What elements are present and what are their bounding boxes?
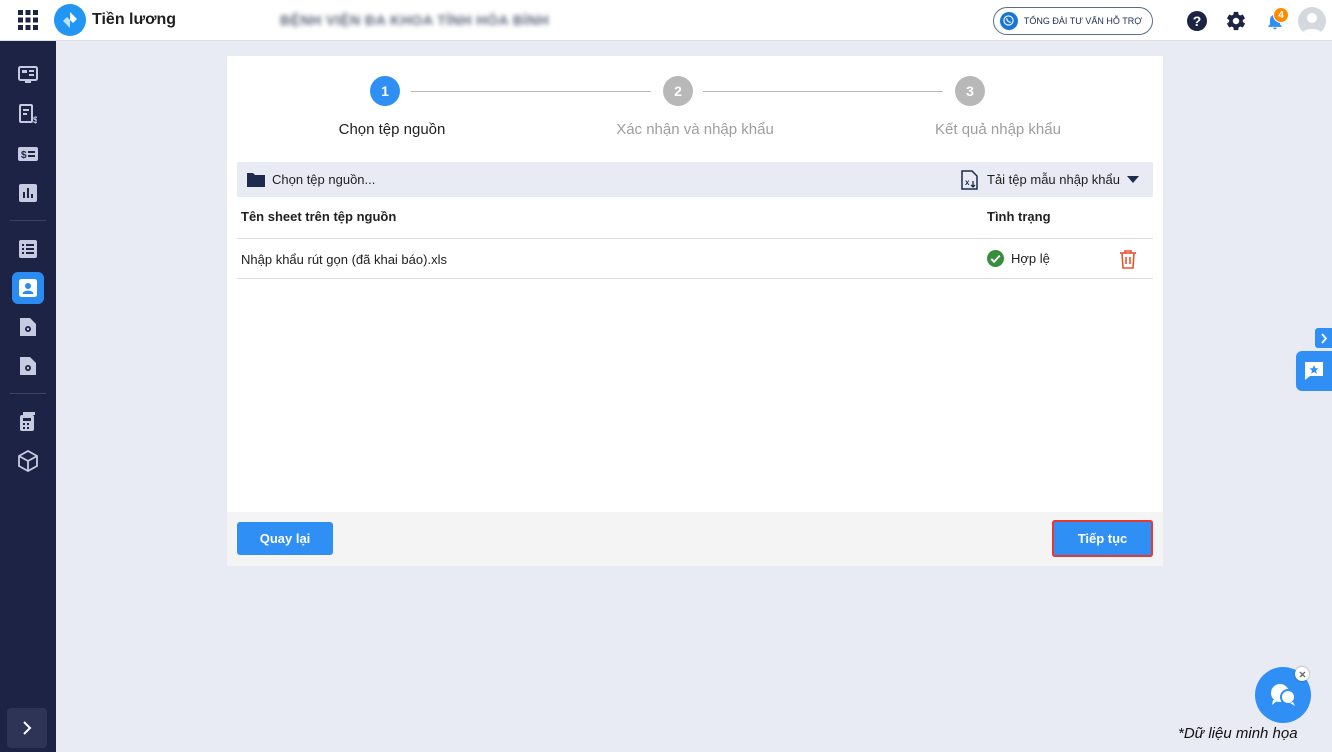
sidebar-item-payroll[interactable]: $ <box>12 98 44 130</box>
svg-text:?: ? <box>1192 13 1201 29</box>
sidebar-divider <box>10 220 46 221</box>
dashboard-icon <box>18 66 38 83</box>
payroll-document-icon: $ <box>19 104 37 124</box>
help-icon: ? <box>1186 10 1207 31</box>
step-connector <box>703 91 943 92</box>
status-text: Hợp lệ <box>1011 251 1050 266</box>
feedback-button[interactable] <box>1296 351 1332 391</box>
hotline-label: TỔNG ĐÀI TƯ VẤN HỖ TRỢ <box>1023 15 1142 26</box>
employee-profile-icon <box>19 279 37 297</box>
help-button[interactable]: ? <box>1177 0 1216 41</box>
sidebar-expand-button[interactable] <box>7 708 47 748</box>
sidebar-divider <box>10 393 46 394</box>
sidebar: $ $ <box>0 41 56 752</box>
step-3-circle: 3 <box>955 76 985 106</box>
logo-icon <box>63 12 77 28</box>
import-wizard-card: 1 2 3 Chọn tệp nguồn Xác nhận và nhập kh… <box>227 56 1163 566</box>
wizard-footer: Quay lại Tiếp tục <box>227 512 1163 566</box>
top-bar: Tiền lương BỆNH VIỆN ĐA KHOA TỈNH HÒA BÌ… <box>0 0 1332 41</box>
step-2-circle: 2 <box>663 76 693 106</box>
svg-text:x: x <box>965 178 970 187</box>
calculator-icon <box>20 412 35 431</box>
step-1-circle: 1 <box>370 76 400 106</box>
column-header-status: Tình trạng <box>987 209 1051 224</box>
step-2-label: Xác nhận và nhập khẩu <box>616 121 774 138</box>
bar-chart-icon <box>19 184 37 202</box>
hotline-button[interactable]: TỔNG ĐÀI TƯ VẤN HỖ TRỢ <box>992 6 1153 35</box>
back-button[interactable]: Quay lại <box>237 522 333 555</box>
caret-down-icon <box>1127 175 1139 183</box>
list-icon <box>19 240 37 258</box>
step-1-label: Chọn tệp nguồn <box>338 121 446 138</box>
excel-download-icon: x <box>961 169 978 190</box>
file-toolbar: Chọn tệp nguồn... x Tải tệp mẫu nhập khẩ… <box>237 162 1153 197</box>
sidebar-item-file-config[interactable] <box>12 350 44 382</box>
sidebar-item-dashboard[interactable] <box>12 59 44 91</box>
gear-icon <box>1226 11 1245 30</box>
sidebar-item-calculator[interactable] <box>12 406 44 438</box>
column-header-sheet-name: Tên sheet trên tệp nguồn <box>241 209 397 224</box>
user-avatar[interactable] <box>1298 6 1326 35</box>
file-settings-icon <box>20 318 36 336</box>
svg-text:$: $ <box>33 115 37 124</box>
right-panel-toggle[interactable] <box>1315 328 1332 348</box>
chat-icon <box>1271 684 1296 706</box>
feedback-star-icon <box>1305 362 1323 380</box>
svg-text:$: $ <box>21 150 27 161</box>
sheet-file-name: Nhập khẩu rút gọn (đã khai báo).xls <box>241 252 447 267</box>
notification-badge: 4 <box>1273 7 1289 23</box>
table-row: Nhập khẩu rút gọn (đã khai báo).xls Hợp … <box>237 239 1153 279</box>
notifications-button[interactable]: 4 <box>1255 0 1294 41</box>
sidebar-item-file-settings[interactable] <box>12 311 44 343</box>
chat-close-button[interactable] <box>1295 667 1309 681</box>
file-config-icon <box>20 357 36 375</box>
user-icon <box>1302 12 1322 35</box>
apps-grid-icon <box>18 10 38 30</box>
next-button[interactable]: Tiếp tục <box>1052 520 1153 557</box>
folder-icon <box>247 173 265 187</box>
sidebar-item-salary[interactable]: $ <box>12 138 44 170</box>
check-circle-icon <box>987 250 1004 267</box>
trash-icon <box>1120 250 1136 269</box>
app-logo <box>54 4 86 36</box>
status-cell: Hợp lệ <box>987 250 1050 267</box>
download-template-button[interactable]: x Tải tệp mẫu nhập khẩu <box>961 162 1139 197</box>
choose-file-button[interactable]: Chọn tệp nguồn... <box>247 172 375 187</box>
app-title: Tiền lương <box>92 11 176 28</box>
chevron-right-icon <box>23 721 32 735</box>
sidebar-item-reports[interactable] <box>12 177 44 209</box>
apps-grid-button[interactable] <box>0 0 56 41</box>
sidebar-item-list[interactable] <box>12 233 44 265</box>
close-icon <box>1299 671 1305 677</box>
organization-name: BỆNH VIỆN ĐA KHOA TỈNH HÒA BÌNH <box>280 12 550 28</box>
delete-row-button[interactable] <box>1117 248 1139 270</box>
phone-icon <box>999 11 1018 30</box>
chevron-right-icon <box>1320 332 1327 344</box>
settings-button[interactable] <box>1216 0 1255 41</box>
cube-icon <box>18 450 38 472</box>
watermark-note: *Dữ liệu minh họa <box>1178 725 1298 742</box>
sidebar-item-employee[interactable] <box>12 272 44 304</box>
step-connector <box>411 91 651 92</box>
money-card-icon: $ <box>18 147 38 161</box>
choose-file-label: Chọn tệp nguồn... <box>272 172 376 187</box>
download-template-label: Tải tệp mẫu nhập khẩu <box>987 172 1120 187</box>
sidebar-item-package[interactable] <box>12 445 44 477</box>
step-3-label: Kết quả nhập khẩu <box>935 121 1061 138</box>
